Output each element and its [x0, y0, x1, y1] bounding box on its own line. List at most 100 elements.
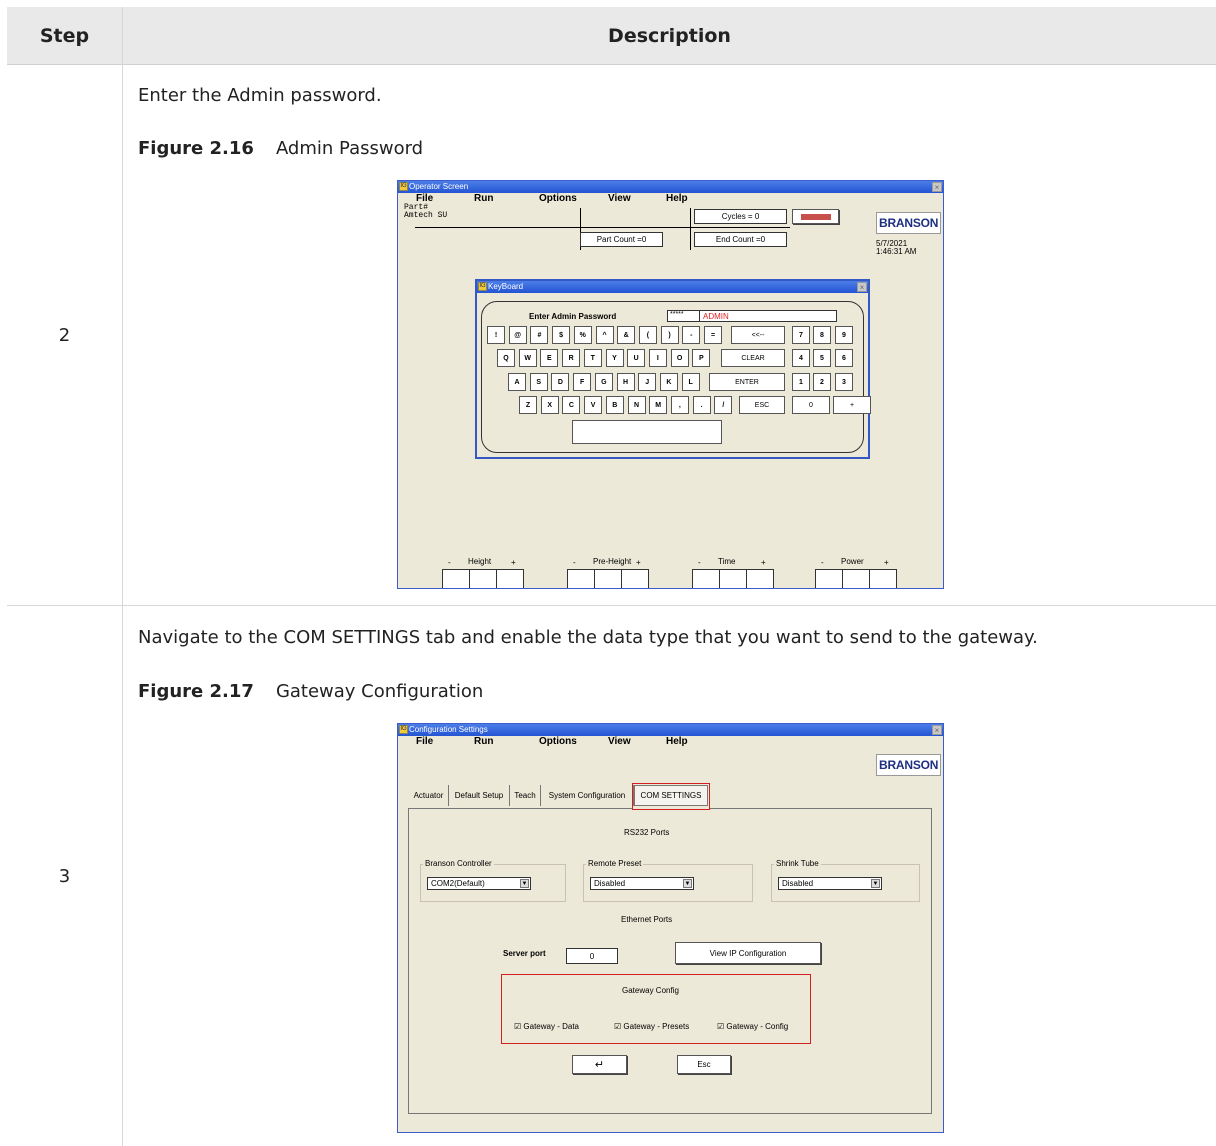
- key[interactable]: G: [594, 373, 613, 391]
- tab-default-setup[interactable]: Default Setup: [449, 785, 510, 806]
- tab-system-configuration[interactable]: System Configuration: [541, 785, 634, 806]
- key[interactable]: &: [617, 326, 636, 344]
- key[interactable]: $: [552, 326, 571, 344]
- key[interactable]: H: [616, 373, 635, 391]
- tab-actuator[interactable]: Actuator: [409, 785, 449, 806]
- key[interactable]: ,: [670, 396, 689, 414]
- numpad-key[interactable]: +: [833, 396, 871, 414]
- adjust-box[interactable]: [567, 569, 595, 588]
- key[interactable]: #: [530, 326, 549, 344]
- menu-options[interactable]: Options: [539, 193, 577, 204]
- group-label: Shrink Tube: [774, 859, 821, 868]
- key[interactable]: D: [551, 373, 570, 391]
- server-port-input[interactable]: 0: [566, 948, 618, 964]
- key[interactable]: M: [649, 396, 668, 414]
- key[interactable]: J: [638, 373, 657, 391]
- esc-button[interactable]: Esc: [677, 1055, 731, 1074]
- numpad-key[interactable]: 9: [835, 326, 853, 344]
- numpad-key[interactable]: 4: [792, 349, 810, 367]
- adjust-box[interactable]: [496, 569, 524, 588]
- key[interactable]: Z: [519, 396, 537, 414]
- adjust-box[interactable]: [621, 569, 649, 588]
- menu-help[interactable]: Help: [666, 736, 688, 747]
- key[interactable]: Y: [605, 349, 624, 367]
- key[interactable]: .: [692, 396, 711, 414]
- remote-preset-select[interactable]: Disabled ▼: [590, 877, 694, 890]
- adjust-box[interactable]: [815, 569, 843, 588]
- close-icon[interactable]: ×: [857, 282, 867, 292]
- view-ip-configuration-button[interactable]: View IP Configuration: [675, 942, 821, 964]
- numpad-key[interactable]: 7: [792, 326, 810, 344]
- numpad-key[interactable]: 3: [835, 373, 853, 391]
- menu-view[interactable]: View: [608, 736, 631, 747]
- menu-run[interactable]: Run: [474, 736, 493, 747]
- menu-file[interactable]: File: [416, 736, 433, 747]
- key[interactable]: /: [714, 396, 733, 414]
- key[interactable]: E: [540, 349, 559, 367]
- key[interactable]: (: [638, 326, 657, 344]
- key[interactable]: B: [605, 396, 624, 414]
- enter-key[interactable]: ENTER: [709, 373, 785, 391]
- space-key[interactable]: [572, 420, 722, 444]
- numpad-key[interactable]: 5: [813, 349, 831, 367]
- checkbox-icon: ☑: [717, 1022, 727, 1031]
- branson-controller-select[interactable]: COM2(Default) ▼: [427, 877, 531, 890]
- menu-options[interactable]: Options: [539, 736, 577, 747]
- adjust-box[interactable]: [719, 569, 747, 588]
- key[interactable]: C: [562, 396, 581, 414]
- gateway-data-checkbox[interactable]: ☑ Gateway - Data: [514, 1022, 579, 1031]
- menu-run[interactable]: Run: [474, 193, 493, 204]
- tab-teach[interactable]: Teach: [510, 785, 541, 806]
- numpad-key[interactable]: 0: [792, 396, 830, 414]
- key[interactable]: Q: [497, 349, 515, 367]
- key[interactable]: F: [573, 373, 592, 391]
- clear-key[interactable]: CLEAR: [721, 349, 785, 367]
- key[interactable]: S: [529, 373, 548, 391]
- gateway-presets-checkbox[interactable]: ☑ Gateway - Presets: [614, 1022, 689, 1031]
- key[interactable]: ): [660, 326, 679, 344]
- numpad-key[interactable]: 1: [792, 373, 810, 391]
- key[interactable]: I: [648, 349, 667, 367]
- close-icon[interactable]: ×: [932, 725, 942, 735]
- key[interactable]: ^: [595, 326, 614, 344]
- menu-view[interactable]: View: [608, 193, 631, 204]
- backspace-key[interactable]: <<--: [731, 326, 785, 344]
- adjust-box[interactable]: [746, 569, 774, 588]
- adjust-box[interactable]: [869, 569, 897, 588]
- numpad-key[interactable]: 2: [813, 373, 831, 391]
- esc-key[interactable]: ESC: [739, 396, 785, 414]
- adjust-box[interactable]: [469, 569, 497, 588]
- key[interactable]: P: [692, 349, 711, 367]
- key[interactable]: N: [627, 396, 646, 414]
- close-icon[interactable]: ×: [932, 182, 942, 192]
- gateway-config-checkbox[interactable]: ☑ Gateway - Config: [717, 1022, 788, 1031]
- password-field[interactable]: ***** ADMIN: [667, 310, 837, 322]
- adjust-box[interactable]: [594, 569, 622, 588]
- key[interactable]: T: [583, 349, 602, 367]
- typed-text: ADMIN: [703, 311, 729, 321]
- remote-preset-group: Remote Preset Disabled ▼: [583, 859, 753, 902]
- key[interactable]: U: [627, 349, 646, 367]
- menu-help[interactable]: Help: [666, 193, 688, 204]
- adjust-box[interactable]: [692, 569, 720, 588]
- key[interactable]: L: [681, 373, 700, 391]
- key[interactable]: K: [659, 373, 678, 391]
- arrow-button[interactable]: [792, 209, 839, 224]
- ok-button[interactable]: ↵: [572, 1055, 627, 1074]
- key[interactable]: R: [562, 349, 581, 367]
- key[interactable]: -: [682, 326, 701, 344]
- key[interactable]: %: [573, 326, 592, 344]
- numpad-key[interactable]: 6: [835, 349, 853, 367]
- key[interactable]: X: [540, 396, 559, 414]
- key[interactable]: O: [670, 349, 689, 367]
- key[interactable]: !: [487, 326, 505, 344]
- key[interactable]: W: [518, 349, 537, 367]
- shrink-tube-select[interactable]: Disabled ▼: [778, 877, 882, 890]
- key[interactable]: =: [704, 326, 722, 344]
- adjust-box[interactable]: [842, 569, 870, 588]
- key[interactable]: @: [508, 326, 527, 344]
- key[interactable]: V: [584, 396, 603, 414]
- numpad-key[interactable]: 8: [813, 326, 831, 344]
- key[interactable]: A: [508, 373, 526, 391]
- adjust-box[interactable]: [442, 569, 470, 588]
